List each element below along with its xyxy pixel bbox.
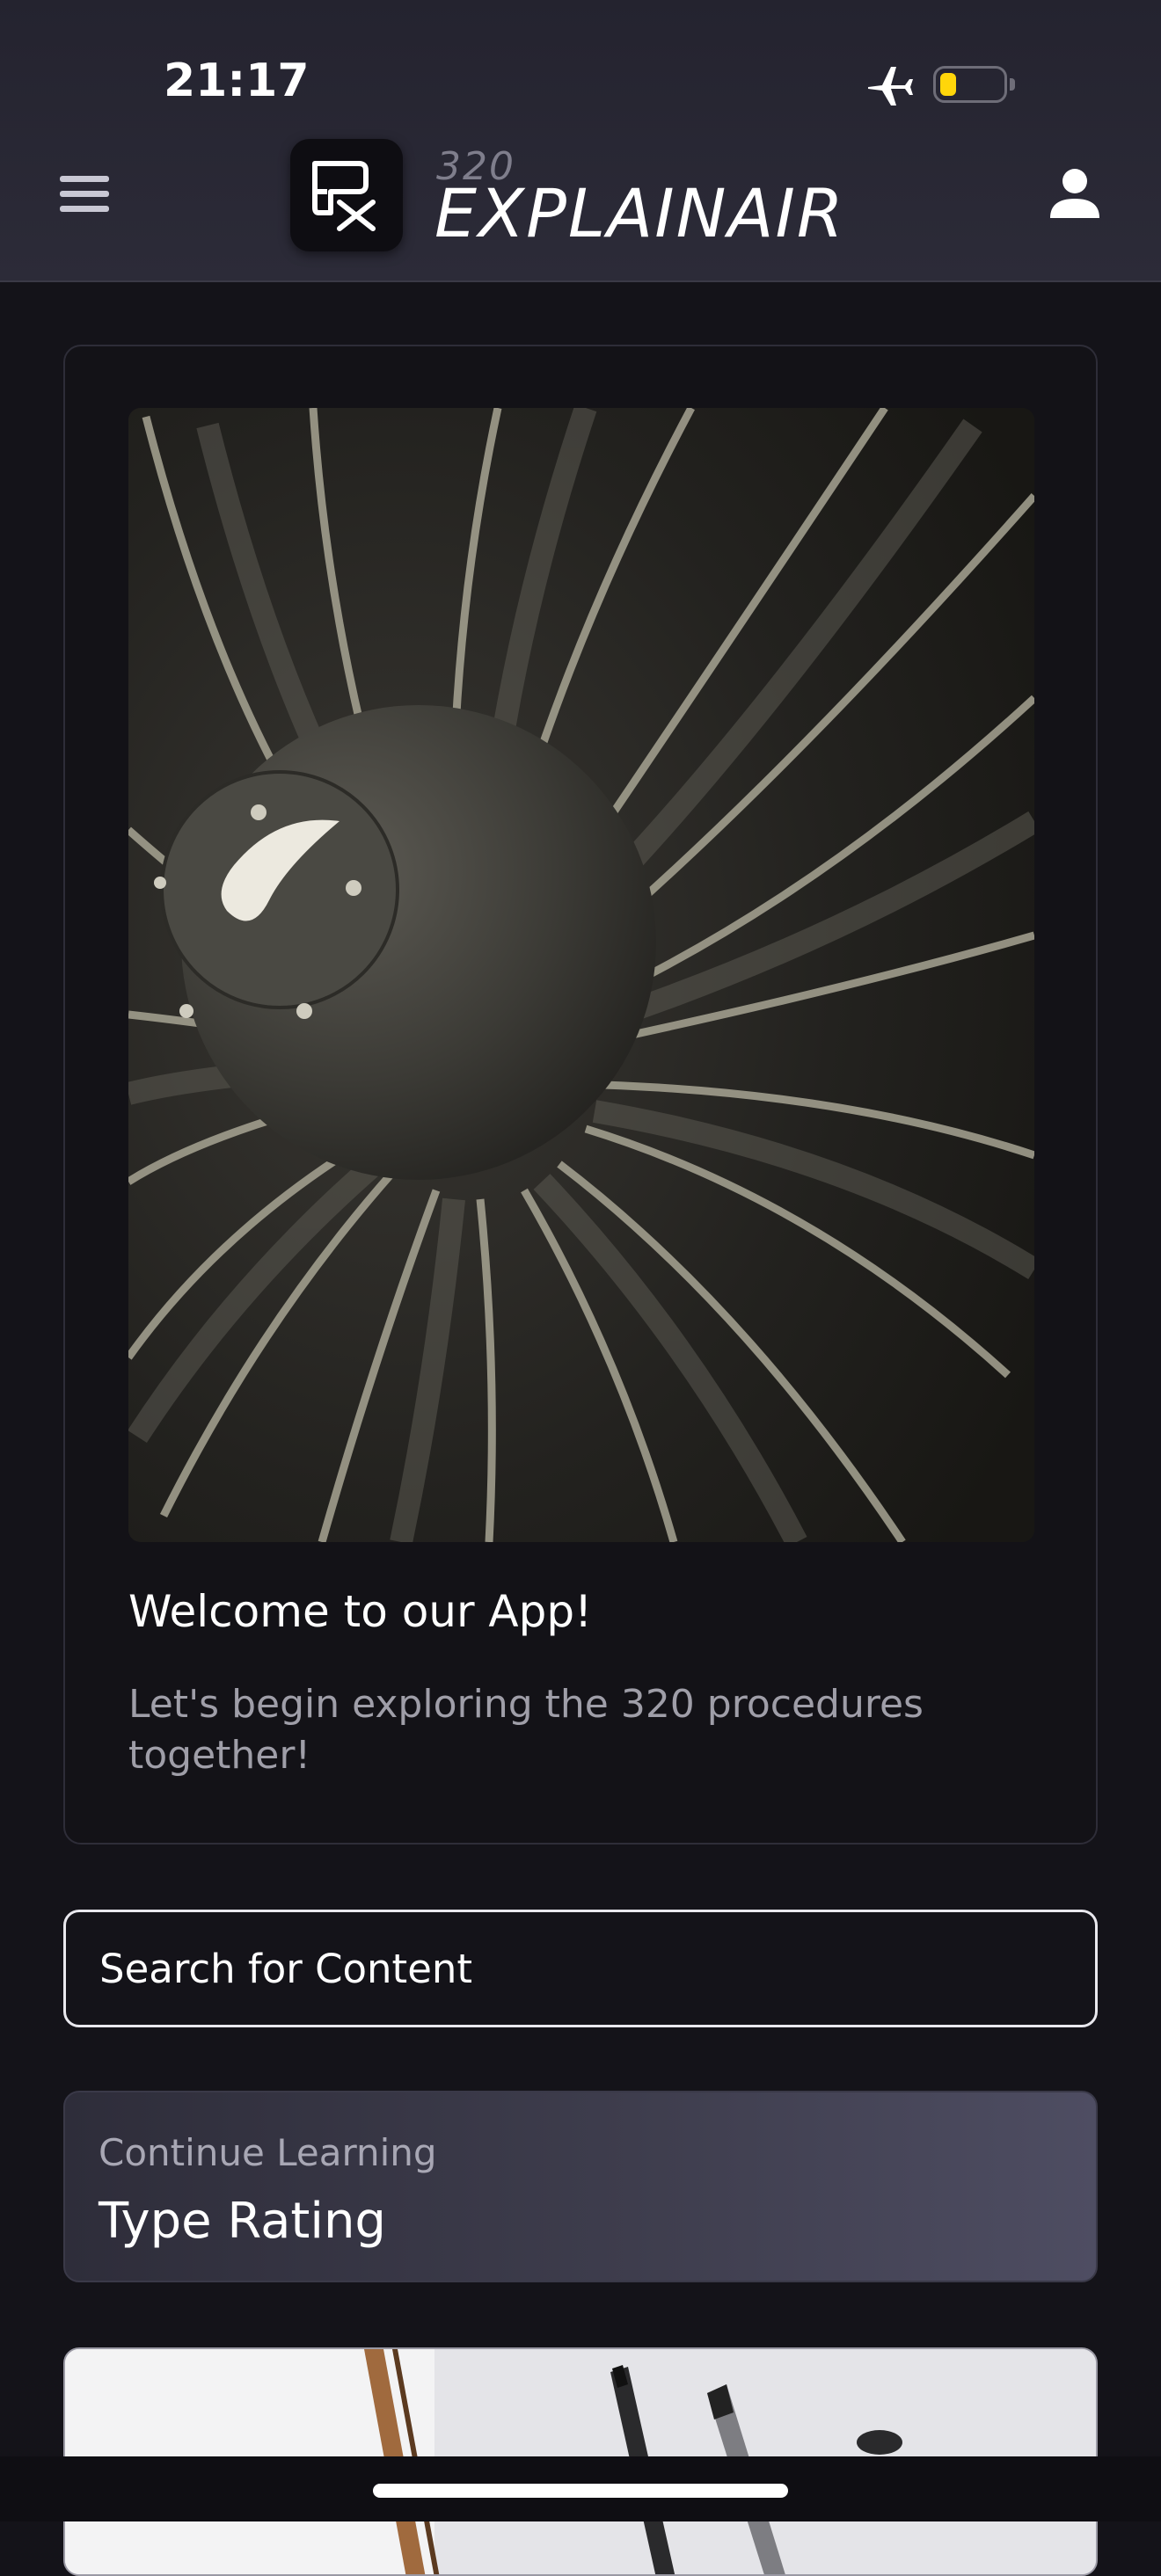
status-time: 21:17 xyxy=(164,55,310,107)
home-indicator[interactable] xyxy=(373,2484,788,2498)
battery-cap xyxy=(1010,78,1015,91)
welcome-title: Welcome to our App! xyxy=(128,1586,593,1637)
welcome-card: Welcome to our App! Let's begin explorin… xyxy=(63,345,1098,1845)
battery-icon xyxy=(933,66,1007,103)
continue-learning-label: Continue Learning xyxy=(99,2131,437,2174)
continue-learning-card[interactable]: Continue Learning Type Rating xyxy=(63,2091,1098,2282)
menu-icon[interactable] xyxy=(55,172,116,216)
app-header: 21:17 320 EXPLAINAIR xyxy=(0,0,1161,282)
search-placeholder: Search for Content xyxy=(99,1946,473,1992)
continue-learning-title: Type Rating xyxy=(99,2193,386,2250)
airplane-mode-icon xyxy=(868,67,913,106)
user-icon[interactable] xyxy=(1045,165,1105,225)
search-input[interactable]: Search for Content xyxy=(63,1910,1098,2027)
welcome-subtitle: Let's begin exploring the 320 procedures… xyxy=(128,1682,924,1778)
jet-engine-image xyxy=(128,408,1034,1542)
brand-name: EXPLAINAIR xyxy=(434,174,845,252)
app-logo-icon xyxy=(290,139,403,251)
